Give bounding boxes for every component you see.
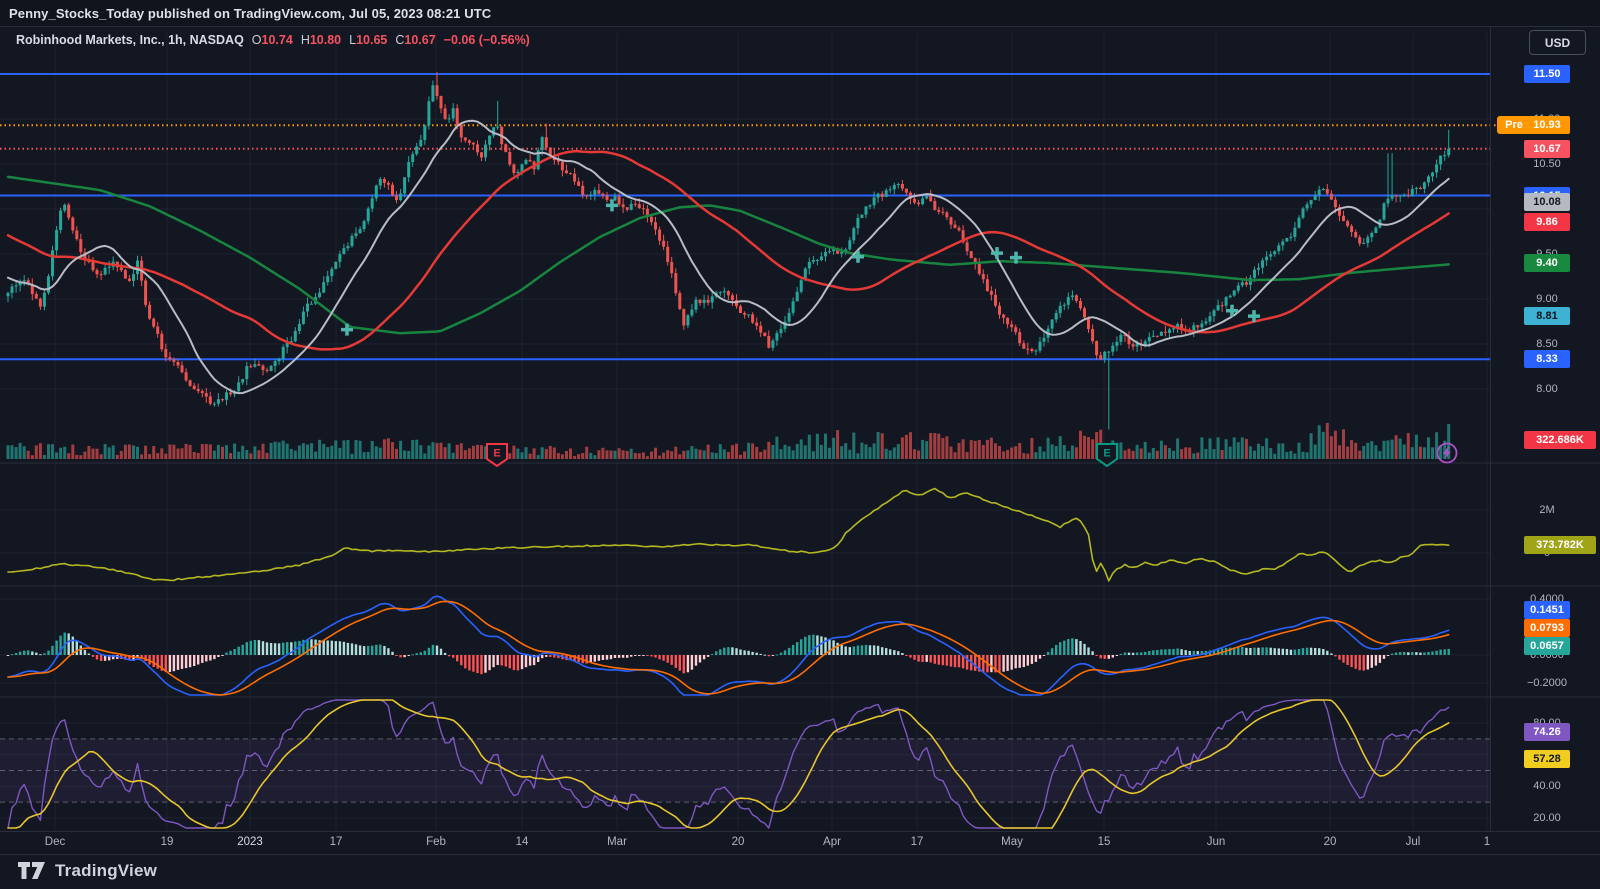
macd-tick-label: −0.2000	[1526, 677, 1568, 689]
date-label: Jul	[1405, 836, 1421, 848]
svg-text:E: E	[493, 448, 500, 460]
high-label: H	[300, 33, 310, 47]
date-label: May	[1001, 836, 1023, 848]
macd-badge: 0.0793	[1524, 619, 1570, 637]
price-badge: 8.33	[1524, 350, 1570, 369]
open-label: O	[251, 33, 262, 47]
price-badge: 8.81	[1524, 307, 1570, 326]
high-value: 10.80	[309, 33, 342, 47]
attribution-text: Penny_Stocks_Today published on TradingV…	[9, 5, 492, 21]
price-tick-label: 9.00	[1536, 293, 1558, 305]
date-label: 17	[329, 836, 343, 848]
price-badge: 10.67	[1524, 139, 1570, 158]
rsi-badge: 57.28	[1524, 749, 1570, 768]
price-badge: 11.50	[1524, 65, 1570, 83]
price-tick-label: 8.00	[1536, 383, 1558, 395]
footer-bar: TradingView	[0, 853, 1600, 889]
rsi-badge: 74.26	[1524, 723, 1570, 742]
date-label: 17	[910, 836, 924, 848]
macd-badge: 0.0657	[1524, 637, 1570, 655]
price-axis[interactable]: USD 11.0010.509.509.008.508.0011.5010.93…	[1490, 27, 1600, 831]
date-label: 19	[160, 836, 174, 848]
symbol-legend[interactable]: Robinhood Markets, Inc., 1h, NASDAQ O10.…	[16, 33, 530, 47]
rsi-tick-label: 40.00	[1533, 780, 1561, 793]
price-tick-label: 10.50	[1533, 158, 1561, 170]
price-badge: 10.08	[1524, 192, 1570, 211]
volume-badge: 322.686K	[1524, 431, 1596, 449]
date-label: 1	[1483, 836, 1491, 848]
lightning-bolt-icon[interactable]	[1436, 442, 1458, 469]
publish-header: Penny_Stocks_Today published on TradingV…	[0, 0, 1600, 27]
chart-plot-area[interactable]	[0, 27, 1600, 831]
svg-text:E: E	[1103, 448, 1110, 460]
date-label: Mar	[607, 836, 627, 848]
time-axis[interactable]: Dec 19 2023 17 Feb 14 Mar 20 Apr 17 May 15 Jun 20 Jul 1	[0, 831, 1600, 855]
date-label: 14	[515, 836, 529, 848]
premarket-badge: Pre	[1497, 116, 1531, 135]
symbol-title[interactable]: Robinhood Markets, Inc., 1h, NASDAQ	[16, 33, 244, 47]
brand-name: TradingView	[55, 861, 158, 880]
date-label: 20	[731, 836, 745, 848]
low-value: 10.65	[356, 33, 388, 47]
indicator-tick-label: 2M	[1539, 504, 1555, 516]
change-value: −0.06 (−0.56%)	[443, 33, 530, 47]
tradingview-logo[interactable]	[18, 862, 46, 880]
price-tick-label: 8.50	[1536, 338, 1558, 350]
date-label: Apr	[823, 836, 841, 848]
price-badge: 9.86	[1524, 212, 1570, 231]
currency-button[interactable]: USD	[1529, 30, 1586, 55]
macd-badge: 0.1451	[1524, 601, 1570, 619]
price-badge: 9.40	[1524, 254, 1570, 272]
rsi-tick-label: 20.00	[1533, 811, 1561, 824]
date-label: 2023	[237, 836, 263, 848]
earnings-marker[interactable]: E	[486, 443, 508, 472]
chart-region[interactable]: Robinhood Markets, Inc., 1h, NASDAQ O10.…	[0, 27, 1600, 855]
date-label: Feb	[426, 836, 446, 848]
date-label: Jun	[1206, 836, 1226, 848]
date-label: Dec	[44, 836, 66, 848]
close-value: 10.67	[404, 33, 436, 47]
earnings-marker[interactable]: E	[1096, 443, 1118, 472]
date-label: 15	[1097, 836, 1111, 848]
open-value: 10.74	[261, 33, 293, 47]
indicator-badge: 373.782K	[1524, 535, 1596, 554]
date-label: 20	[1323, 836, 1337, 848]
